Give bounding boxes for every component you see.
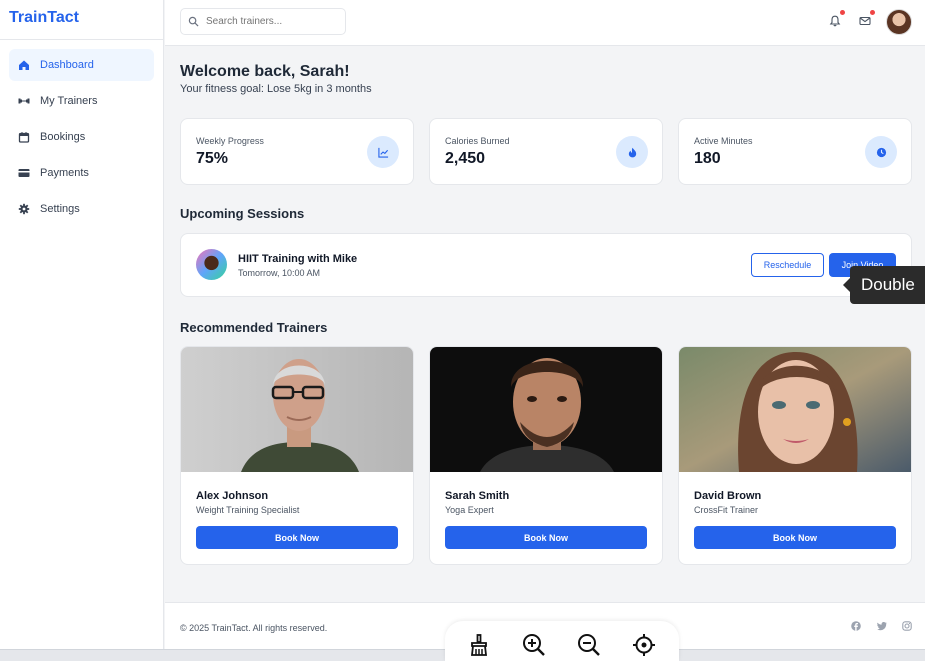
sidebar-item-label: Bookings xyxy=(40,131,86,143)
copyright-text: © 2025 TrainTact. All rights reserved. xyxy=(180,623,328,633)
search-input[interactable] xyxy=(206,16,336,27)
sidebar-nav: Dashboard My Trainers Bookings Payments … xyxy=(0,40,163,238)
user-avatar[interactable] xyxy=(886,9,912,35)
broom-icon[interactable] xyxy=(467,633,491,657)
trainer-photo xyxy=(430,347,662,472)
session-time: Tomorrow, 10:00 AM xyxy=(238,268,321,278)
stat-icon-badge xyxy=(865,136,897,168)
book-now-button[interactable]: Book Now xyxy=(694,526,896,549)
chart-line-icon xyxy=(377,147,388,158)
search-box[interactable] xyxy=(180,8,346,35)
book-now-button[interactable]: Book Now xyxy=(196,526,398,549)
sidebar-item-label: My Trainers xyxy=(40,95,98,107)
trainer-name: Alex Johnson xyxy=(196,490,269,502)
trainer-card: David Brown CrossFit Trainer Book Now xyxy=(678,346,912,565)
stat-card-active-minutes: Active Minutes 180 xyxy=(678,118,912,185)
session-card: HIIT Training with Mike Tomorrow, 10:00 … xyxy=(180,233,912,297)
stat-label: Weekly Progress xyxy=(196,136,264,146)
credit-card-icon xyxy=(18,169,30,177)
notification-dot xyxy=(840,10,845,15)
calendar-icon xyxy=(18,132,30,143)
trainer-avatar xyxy=(196,249,227,280)
trainer-name: Sarah Smith xyxy=(445,490,510,502)
sidebar-item-label: Payments xyxy=(40,167,89,179)
gear-icon xyxy=(18,203,30,215)
trainer-card: Alex Johnson Weight Training Specialist … xyxy=(180,346,414,565)
stat-label: Active Minutes xyxy=(694,136,753,146)
sidebar-item-label: Dashboard xyxy=(40,59,94,71)
fitness-goal: Your fitness goal: Lose 5kg in 3 months xyxy=(180,83,372,95)
clock-icon xyxy=(876,147,886,157)
session-title: HIIT Training with Mike xyxy=(238,253,358,265)
top-bar xyxy=(165,0,925,46)
sidebar-item-label: Settings xyxy=(40,203,80,215)
sidebar-item-dashboard[interactable]: Dashboard xyxy=(9,49,154,81)
stat-value: 75% xyxy=(196,150,229,167)
upcoming-sessions-heading: Upcoming Sessions xyxy=(180,206,305,221)
tooltip: Double xyxy=(843,266,925,304)
search-icon xyxy=(188,16,199,27)
trainer-role: Weight Training Specialist xyxy=(196,505,300,515)
stat-label: Calories Burned xyxy=(445,136,510,146)
stat-value: 2,450 xyxy=(445,150,486,167)
home-icon xyxy=(19,60,29,70)
welcome-heading: Welcome back, Sarah! xyxy=(180,63,350,80)
reschedule-button[interactable]: Reschedule xyxy=(751,253,824,277)
crosshair-icon[interactable] xyxy=(632,633,656,657)
sidebar-item-payments[interactable]: Payments xyxy=(9,157,154,189)
envelope-icon xyxy=(859,16,871,26)
twitter-icon[interactable] xyxy=(877,621,887,631)
sidebar-item-bookings[interactable]: Bookings xyxy=(9,121,154,153)
fire-icon xyxy=(628,147,636,157)
stat-card-weekly-progress: Weekly Progress 75% xyxy=(180,118,414,185)
facebook-icon[interactable] xyxy=(851,621,861,631)
trainer-photo xyxy=(679,347,911,472)
stat-icon-badge xyxy=(616,136,648,168)
trainer-role: CrossFit Trainer xyxy=(694,505,759,515)
zoom-out-icon[interactable] xyxy=(577,633,601,657)
stat-value: 180 xyxy=(694,150,721,167)
stat-icon-badge xyxy=(367,136,399,168)
app-logo[interactable]: TrainTact xyxy=(0,0,163,40)
sidebar-item-my-trainers[interactable]: My Trainers xyxy=(9,85,154,117)
sidebar: TrainTact Dashboard My Trainers Bookings… xyxy=(0,0,164,649)
messages-button[interactable] xyxy=(859,10,875,26)
trainer-name: David Brown xyxy=(694,490,762,502)
trainer-role: Yoga Expert xyxy=(445,505,494,515)
message-dot xyxy=(870,10,875,15)
zoom-in-icon[interactable] xyxy=(522,633,546,657)
trainer-card: Sarah Smith Yoga Expert Book Now xyxy=(429,346,663,565)
floating-toolbar xyxy=(445,621,679,661)
trainer-photo xyxy=(181,347,413,472)
bell-icon xyxy=(829,15,841,27)
instagram-icon[interactable] xyxy=(902,621,912,631)
notifications-button[interactable] xyxy=(829,10,845,27)
stat-card-calories: Calories Burned 2,450 xyxy=(429,118,663,185)
dumbbell-icon xyxy=(18,98,30,104)
book-now-button[interactable]: Book Now xyxy=(445,526,647,549)
sidebar-item-settings[interactable]: Settings xyxy=(9,193,154,225)
recommended-trainers-heading: Recommended Trainers xyxy=(180,320,328,335)
